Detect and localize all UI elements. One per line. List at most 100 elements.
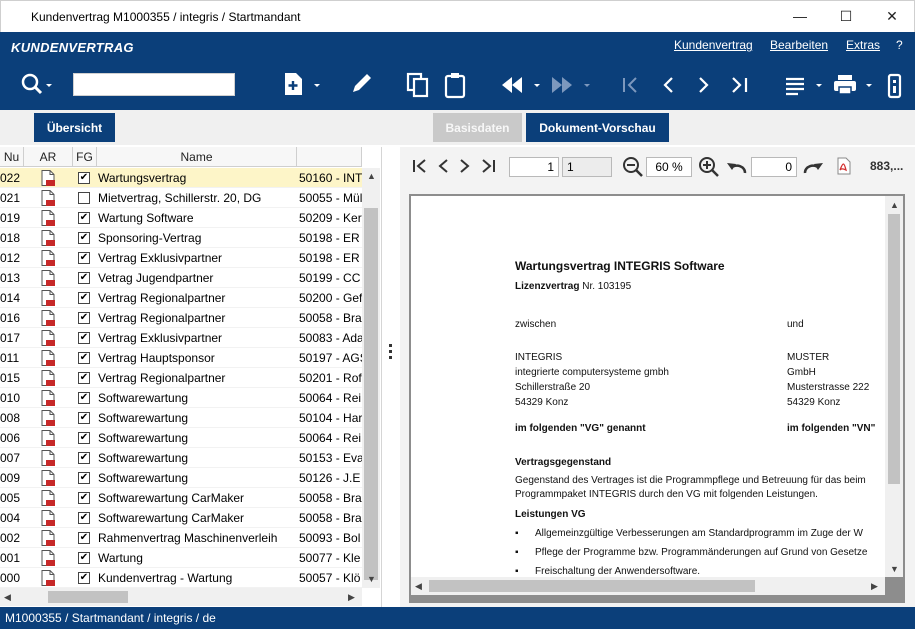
list-options-icon[interactable] [784,72,824,98]
pdf-file-icon[interactable] [40,290,58,306]
zoom-level-input[interactable]: 60 % [646,157,692,177]
column-header-fg[interactable]: FG [73,147,97,167]
column-header-name[interactable]: Name [97,147,297,167]
menu-extras[interactable]: Extras [846,38,880,52]
table-row[interactable]: 004 ✔ Softwarewartung CarMaker 50058 - Bra [0,508,362,528]
search-input[interactable] [73,73,235,96]
pdf-file-icon[interactable] [40,230,58,246]
pdf-file-icon[interactable] [40,210,58,226]
pdf-file-icon[interactable] [40,530,58,546]
pdf-file-icon[interactable] [40,270,58,286]
pdf-vertical-scroll-thumb[interactable] [888,214,900,484]
column-header-vn[interactable] [297,147,362,167]
edit-icon[interactable] [350,72,376,98]
fg-checkbox[interactable]: ✔ [78,472,90,484]
menu-kundenvertrag[interactable]: Kundenvertrag [674,38,753,52]
table-row[interactable]: 005 ✔ Softwarewartung CarMaker 50058 - Bra [0,488,362,508]
nav-prev-icon[interactable] [658,72,680,98]
table-row[interactable]: 009 ✔ Softwarewartung 50126 - J.E [0,468,362,488]
document-preview-button[interactable]: Dokument-Vorschau [526,113,669,142]
pdf-scroll-up-icon[interactable]: ▲ [890,200,899,210]
pdf-viewport[interactable]: Wartungsvertrag INTEGRIS Software Lizenz… [409,194,905,603]
pdf-file-icon[interactable] [40,510,58,526]
table-row[interactable]: 016 ✔ Vertrag Regionalpartner 50058 - Bra [0,308,362,328]
fg-checkbox[interactable]: ✔ [78,292,90,304]
table-row[interactable]: 012 ✔ Vertrag Exklusivpartner 50198 - ER [0,248,362,268]
pdf-file-icon[interactable] [40,410,58,426]
zoom-out-icon[interactable] [622,156,644,178]
rotate-right-icon[interactable] [802,158,824,176]
rotate-left-icon[interactable] [726,158,748,176]
print-icon[interactable] [832,72,876,98]
table-row[interactable]: 015 ✔ Vertrag Regionalpartner 50201 - Rof [0,368,362,388]
pdf-file-icon[interactable] [40,450,58,466]
page-number-input[interactable]: 1 [509,157,559,177]
fg-checkbox[interactable]: ✔ [78,392,90,404]
fg-checkbox[interactable]: ✔ [78,272,90,284]
pdf-file-icon[interactable] [40,250,58,266]
preview-first-page-icon[interactable] [412,157,428,175]
pdf-scroll-left-icon[interactable]: ◀ [415,581,422,592]
table-row[interactable]: 013 ✔ Vetrag Jugendpartner 50199 - CC [0,268,362,288]
minimize-button[interactable]: — [777,1,823,32]
nav-next-icon[interactable] [692,72,714,98]
paste-icon[interactable] [443,72,469,100]
fg-checkbox[interactable]: ✔ [78,252,90,264]
last-record-icon[interactable] [550,72,592,98]
grid-horizontal-scrollbar[interactable]: ◀ ▶ [0,588,362,606]
table-row[interactable]: 017 ✔ Vertrag Exklusivpartner 50083 - Ada [0,328,362,348]
fg-checkbox[interactable] [78,192,90,204]
fg-checkbox[interactable]: ✔ [78,512,90,524]
pdf-file-icon[interactable] [40,550,58,566]
table-row[interactable]: 022 ✔ Wartungsvertrag 50160 - INT [0,168,362,188]
pdf-horizontal-scroll-thumb[interactable] [429,580,755,592]
fg-checkbox[interactable]: ✔ [78,552,90,564]
pdf-export-icon[interactable] [836,157,852,175]
pdf-horizontal-scrollbar[interactable]: ◀ ▶ [411,577,885,595]
table-row[interactable]: 021 Mietvertrag, Schillerstr. 20, DG 50055… [0,188,362,208]
table-row[interactable]: 018 ✔ Sponsoring-Vertrag 50198 - ER [0,228,362,248]
zoom-in-icon[interactable] [698,156,720,178]
table-row[interactable]: 007 ✔ Softwarewartung 50153 - Eva [0,448,362,468]
menu-bearbeiten[interactable]: Bearbeiten [770,38,828,52]
table-row[interactable]: 002 ✔ Rahmenvertrag Maschinenverleih 50093 … [0,528,362,548]
overview-button[interactable]: Übersicht [34,113,115,142]
table-row[interactable]: 019 ✔ Wartung Software 50209 - Ker [0,208,362,228]
fg-checkbox[interactable]: ✔ [78,212,90,224]
pdf-file-icon[interactable] [40,330,58,346]
fg-checkbox[interactable]: ✔ [78,312,90,324]
column-header-ar[interactable]: AR [24,147,73,167]
pdf-file-icon[interactable] [40,470,58,486]
pdf-file-icon[interactable] [40,310,58,326]
grid-horizontal-scroll-thumb[interactable] [48,591,128,603]
table-row[interactable]: 010 ✔ Softwarewartung 50064 - Rei [0,388,362,408]
fg-checkbox[interactable]: ✔ [78,532,90,544]
panel-splitter-handle[interactable] [389,344,393,362]
table-row[interactable]: 008 ✔ Softwarewartung 50104 - Har [0,408,362,428]
preview-prev-page-icon[interactable] [436,157,450,175]
info-icon[interactable] [886,72,904,100]
pdf-file-icon[interactable] [40,430,58,446]
pdf-file-icon[interactable] [40,370,58,386]
grid-vertical-scroll-thumb[interactable] [364,208,378,580]
table-row[interactable]: 006 ✔ Softwarewartung 50064 - Rei [0,428,362,448]
pdf-file-icon[interactable] [40,190,58,206]
pdf-file-icon[interactable] [40,490,58,506]
table-row[interactable]: 014 ✔ Vertrag Regionalpartner 50200 - Gef [0,288,362,308]
fg-checkbox[interactable]: ✔ [78,492,90,504]
pdf-file-icon[interactable] [40,350,58,366]
fg-checkbox[interactable]: ✔ [78,332,90,344]
fg-checkbox[interactable]: ✔ [78,232,90,244]
search-icon[interactable] [20,72,56,98]
fg-checkbox[interactable]: ✔ [78,452,90,464]
help-button[interactable]: ? [896,38,903,52]
table-row[interactable]: 001 ✔ Wartung 50077 - Kle [0,548,362,568]
scroll-down-icon[interactable]: ▼ [367,574,376,584]
fg-checkbox[interactable]: ✔ [78,432,90,444]
pdf-vertical-scrollbar[interactable]: ▲ ▼ [885,196,903,577]
pdf-file-icon[interactable] [40,570,58,586]
scroll-right-icon[interactable]: ▶ [348,592,355,603]
grid-vertical-scrollbar[interactable]: ▲ ▼ [362,168,380,588]
new-document-icon[interactable] [282,72,322,98]
nav-last-icon[interactable] [728,72,752,98]
